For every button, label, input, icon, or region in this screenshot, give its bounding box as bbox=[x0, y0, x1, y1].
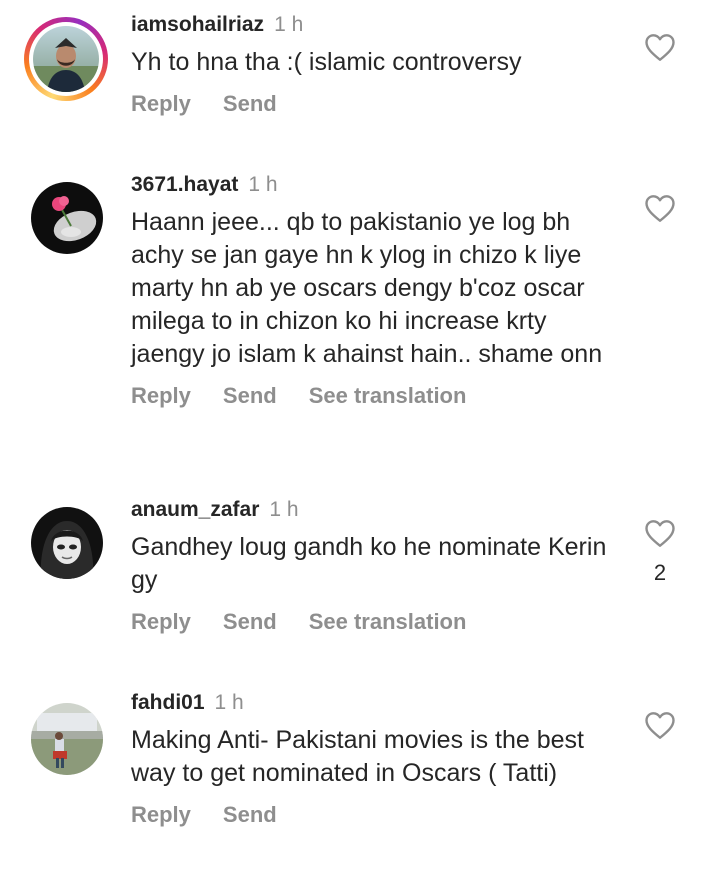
heart-outline-icon[interactable] bbox=[642, 29, 678, 65]
send-button[interactable]: Send bbox=[223, 87, 277, 121]
send-button[interactable]: Send bbox=[223, 605, 277, 639]
see-translation-button[interactable]: See translation bbox=[309, 605, 467, 639]
comment-text: Yh to hna tha :( islamic controversy bbox=[131, 48, 522, 76]
avatar[interactable] bbox=[33, 26, 99, 92]
see-translation-button[interactable]: See translation bbox=[309, 379, 467, 413]
comment-timestamp: 1 h bbox=[269, 498, 299, 521]
username[interactable]: anaum_zafar bbox=[131, 498, 259, 521]
heart-outline-icon[interactable] bbox=[642, 515, 678, 551]
story-ring[interactable] bbox=[24, 17, 108, 101]
comment-text: Gandhey loug gandh ko he nominate Kerin … bbox=[131, 533, 607, 594]
avatar[interactable] bbox=[31, 182, 103, 254]
username[interactable]: 3671.hayat bbox=[131, 173, 238, 196]
avatar[interactable] bbox=[31, 703, 103, 775]
username[interactable]: iamsohailriaz bbox=[131, 13, 264, 36]
heart-outline-icon[interactable] bbox=[642, 707, 678, 743]
comment-text: Haann jeee... qb to pakistanio ye log bh… bbox=[131, 208, 603, 368]
username[interactable]: fahdi01 bbox=[131, 691, 205, 714]
reply-button[interactable]: Reply bbox=[131, 87, 191, 121]
avatar[interactable] bbox=[31, 507, 103, 579]
comment-timestamp: 1 h bbox=[274, 13, 304, 36]
reply-button[interactable]: Reply bbox=[131, 379, 191, 413]
reply-button[interactable]: Reply bbox=[131, 798, 191, 832]
heart-outline-icon[interactable] bbox=[642, 190, 678, 226]
comment-timestamp: 1 h bbox=[214, 691, 244, 714]
reply-button[interactable]: Reply bbox=[131, 605, 191, 639]
comment-text: Making Anti- Pakistani movies is the bes… bbox=[131, 726, 584, 787]
like-count: 2 bbox=[653, 560, 667, 585]
send-button[interactable]: Send bbox=[223, 379, 277, 413]
send-button[interactable]: Send bbox=[223, 798, 277, 832]
comment-timestamp: 1 h bbox=[248, 173, 278, 196]
